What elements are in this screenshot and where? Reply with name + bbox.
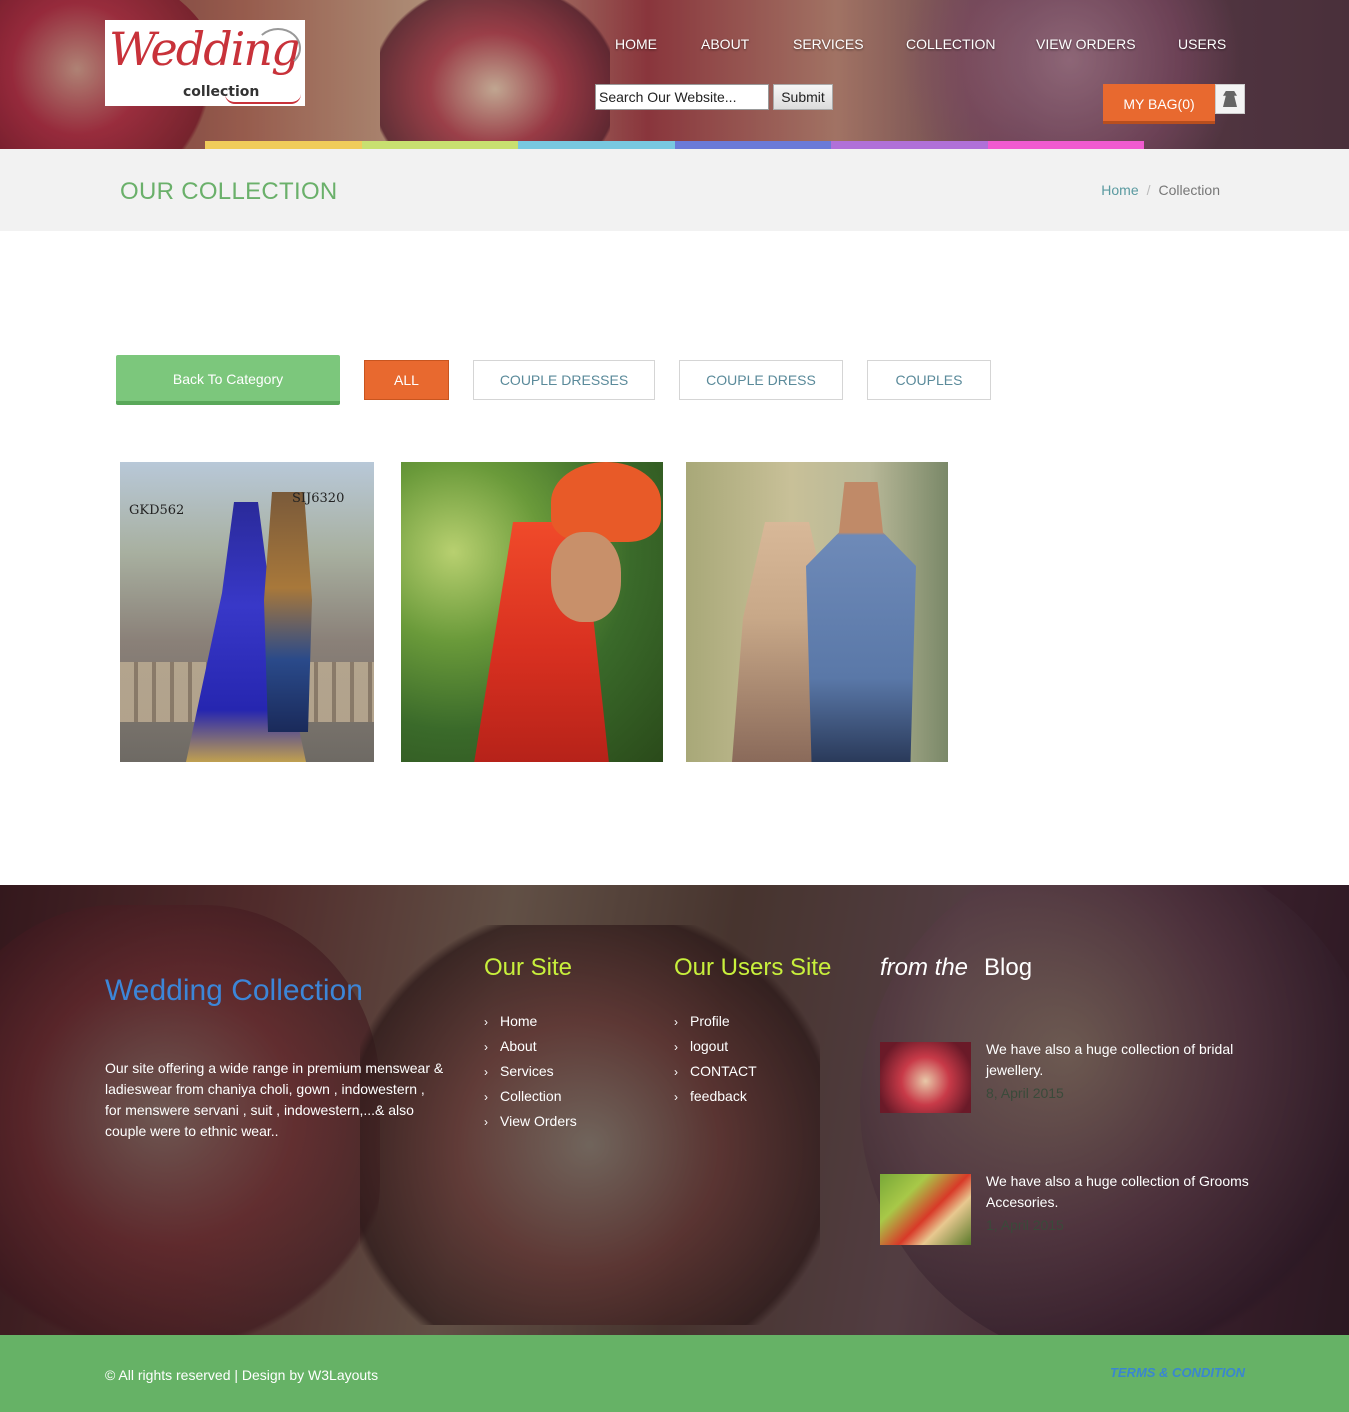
blog-post-date: 8, April 2015 <box>986 1085 1064 1101</box>
logo-ornament-icon <box>255 28 301 68</box>
users-site-links: › Profile › logout › CONTACT › feedback <box>674 1013 757 1113</box>
users-site-heading: Our Users Site <box>674 954 832 981</box>
breadcrumb: Home / Collection <box>1101 182 1220 198</box>
logo-sub-text: collection <box>183 84 260 100</box>
footer-link-label: View Orders <box>500 1113 577 1129</box>
filter-all[interactable]: ALL <box>364 360 449 400</box>
search-input[interactable] <box>595 84 769 110</box>
chevron-right-icon: › <box>484 1090 488 1104</box>
chevron-right-icon: › <box>674 1090 678 1104</box>
footer-link-label: CONTACT <box>690 1063 757 1079</box>
page-title-band: OUR COLLECTION Home / Collection <box>0 149 1349 231</box>
product-code-label: GKD562 <box>129 503 185 518</box>
chevron-right-icon: › <box>674 1065 678 1079</box>
footer-link-services[interactable]: › Services <box>484 1063 577 1088</box>
back-to-category-button[interactable]: Back To Category <box>116 355 340 405</box>
my-bag-button[interactable]: MY BAG(0) <box>1103 84 1215 124</box>
footer-link-label: Profile <box>690 1013 730 1029</box>
blog-heading-prefix: from the <box>880 954 969 981</box>
blog-heading-word: Blog <box>984 954 1033 981</box>
nav-home[interactable]: HOME <box>615 36 657 52</box>
blog-post[interactable]: We have also a huge collection of Grooms… <box>880 1171 1260 1246</box>
footer-link-label: feedback <box>690 1088 747 1104</box>
rainbow-segment <box>831 141 988 149</box>
footer-link-home[interactable]: › Home <box>484 1013 577 1038</box>
copyright-text: © All rights reserved | Design by W3Layo… <box>105 1367 379 1383</box>
gallery-image-couple-red[interactable] <box>401 462 663 762</box>
rainbow-segment <box>987 141 1144 149</box>
rainbow-divider <box>205 141 1144 149</box>
footer-brand-title: Wedding Collection <box>105 974 363 1007</box>
footer-link-label: Services <box>500 1063 554 1079</box>
gallery-image-couple-suit[interactable] <box>686 462 948 762</box>
nav-collection[interactable]: COLLECTION <box>906 36 995 52</box>
blog-post-thumbnail[interactable] <box>880 1174 971 1245</box>
terms-link[interactable]: TERMS & CONDITION <box>1110 1365 1245 1380</box>
footer-link-collection[interactable]: › Collection <box>484 1088 577 1113</box>
filter-couple-dresses[interactable]: COUPLE DRESSES <box>473 360 655 400</box>
footer-link-about[interactable]: › About <box>484 1038 577 1063</box>
image-turban <box>551 462 661 542</box>
footer-link-logout[interactable]: › logout <box>674 1038 757 1063</box>
footer-link-profile[interactable]: › Profile <box>674 1013 757 1038</box>
rainbow-segment <box>518 141 675 149</box>
blog-heading: from the Blog <box>880 954 1032 982</box>
rainbow-segment <box>674 141 831 149</box>
page-title: OUR COLLECTION <box>120 178 338 205</box>
footer-link-contact[interactable]: › CONTACT <box>674 1063 757 1088</box>
filter-couples[interactable]: COUPLES <box>867 360 991 400</box>
rainbow-segment <box>205 141 362 149</box>
chevron-right-icon: › <box>674 1015 678 1029</box>
our-site-heading: Our Site <box>484 954 573 981</box>
footer-link-label: Home <box>500 1013 538 1029</box>
bottom-bar: © All rights reserved | Design by W3Layo… <box>0 1335 1349 1412</box>
rainbow-segment <box>361 141 518 149</box>
site-footer: Wedding Collection Our site offering a w… <box>0 885 1349 1335</box>
blog-post-date: 1, April 2015 <box>986 1217 1064 1233</box>
gallery-image-couple-dress[interactable]: GKD562 SIJ6320 <box>120 462 374 762</box>
our-site-links: › Home › About › Services › Collection › View… <box>484 1013 577 1138</box>
blog-post-thumbnail[interactable] <box>880 1042 971 1113</box>
nav-services[interactable]: SERVICES <box>793 36 864 52</box>
breadcrumb-current: Collection <box>1158 182 1220 198</box>
chevron-right-icon: › <box>674 1040 678 1054</box>
footer-about-text: Our site offering a wide range in premiu… <box>105 1060 444 1139</box>
nav-users[interactable]: USERS <box>1178 36 1226 52</box>
image-groom-figure <box>806 482 916 762</box>
breadcrumb-separator: / <box>1146 182 1151 198</box>
blog-post[interactable]: We have also a huge collection of bridal… <box>880 1039 1260 1114</box>
chevron-right-icon: › <box>484 1115 488 1129</box>
chevron-right-icon: › <box>484 1040 488 1054</box>
breadcrumb-home-link[interactable]: Home <box>1101 182 1138 198</box>
footer-link-label: Collection <box>500 1088 562 1104</box>
product-code-label: SIJ6320 <box>292 491 345 506</box>
footer-link-label: About <box>500 1038 537 1054</box>
filter-couple-dress[interactable]: COUPLE DRESS <box>679 360 843 400</box>
nav-about[interactable]: ABOUT <box>701 36 749 52</box>
blog-post-text[interactable]: We have also a huge collection of bridal… <box>986 1039 1256 1081</box>
footer-link-view-orders[interactable]: › View Orders <box>484 1113 577 1138</box>
footer-link-feedback[interactable]: › feedback <box>674 1088 757 1113</box>
site-logo[interactable]: Wedding collection <box>105 20 305 106</box>
chevron-right-icon: › <box>484 1015 488 1029</box>
shopping-bag-icon[interactable] <box>1215 84 1245 114</box>
footer-link-label: logout <box>690 1038 729 1054</box>
blog-post-text[interactable]: We have also a huge collection of Grooms… <box>986 1171 1256 1213</box>
search-submit-button[interactable]: Submit <box>773 84 833 110</box>
image-groom-face <box>551 532 621 622</box>
site-header: Wedding collection HOME ABOUT SERVICES C… <box>0 0 1349 149</box>
nav-view-orders[interactable]: VIEW ORDERS <box>1036 36 1136 52</box>
chevron-right-icon: › <box>484 1065 488 1079</box>
